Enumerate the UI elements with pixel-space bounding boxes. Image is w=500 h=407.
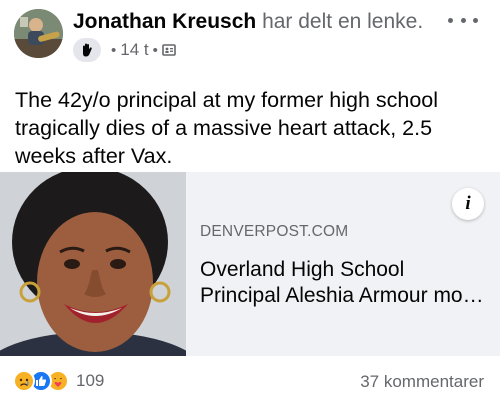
author-name[interactable]: Jonathan Kreusch <box>73 10 256 33</box>
post-text: The 42y/o principal at my former high sc… <box>15 88 439 168</box>
info-icon[interactable]: i <box>452 188 484 220</box>
post-footer: 109 37 kommentarer <box>0 356 500 407</box>
separator-dot: • <box>111 41 117 59</box>
reaction-count[interactable]: 109 <box>76 371 104 391</box>
post-meta: • 14 t • <box>73 38 176 62</box>
sad-reaction-icon <box>13 370 35 392</box>
author-avatar[interactable] <box>14 9 63 58</box>
link-preview-info[interactable]: DENVERPOST.COM Overland High School Prin… <box>186 172 500 356</box>
wave-hand-icon[interactable] <box>73 38 101 62</box>
friends-audience-icon[interactable] <box>162 43 176 57</box>
author-line: Jonathan Kreusch har delt en lenke. <box>73 8 423 36</box>
link-title-line: Principal Aleshia Armour mo… <box>200 284 484 307</box>
link-preview-image[interactable] <box>0 172 186 356</box>
more-dot <box>473 17 478 23</box>
link-domain: DENVERPOST.COM <box>200 223 349 240</box>
link-title[interactable]: Overland High School Principal Aleshia A… <box>200 257 492 309</box>
share-action-text: har delt en lenke. <box>262 10 424 33</box>
link-preview-card[interactable]: DENVERPOST.COM Overland High School Prin… <box>0 172 500 356</box>
post-time[interactable]: 14 t <box>120 40 148 60</box>
separator-dot: • <box>152 41 158 59</box>
feed-post: Jonathan Kreusch har delt en lenke. • 14… <box>0 0 500 407</box>
link-title-line: Overland High School <box>200 258 405 281</box>
more-dot <box>460 17 466 23</box>
comments-count[interactable]: 37 kommentarer <box>360 372 484 392</box>
reactions-summary[interactable]: 109 <box>13 370 104 392</box>
more-options-icon[interactable] <box>448 10 478 30</box>
more-dot <box>448 17 453 23</box>
